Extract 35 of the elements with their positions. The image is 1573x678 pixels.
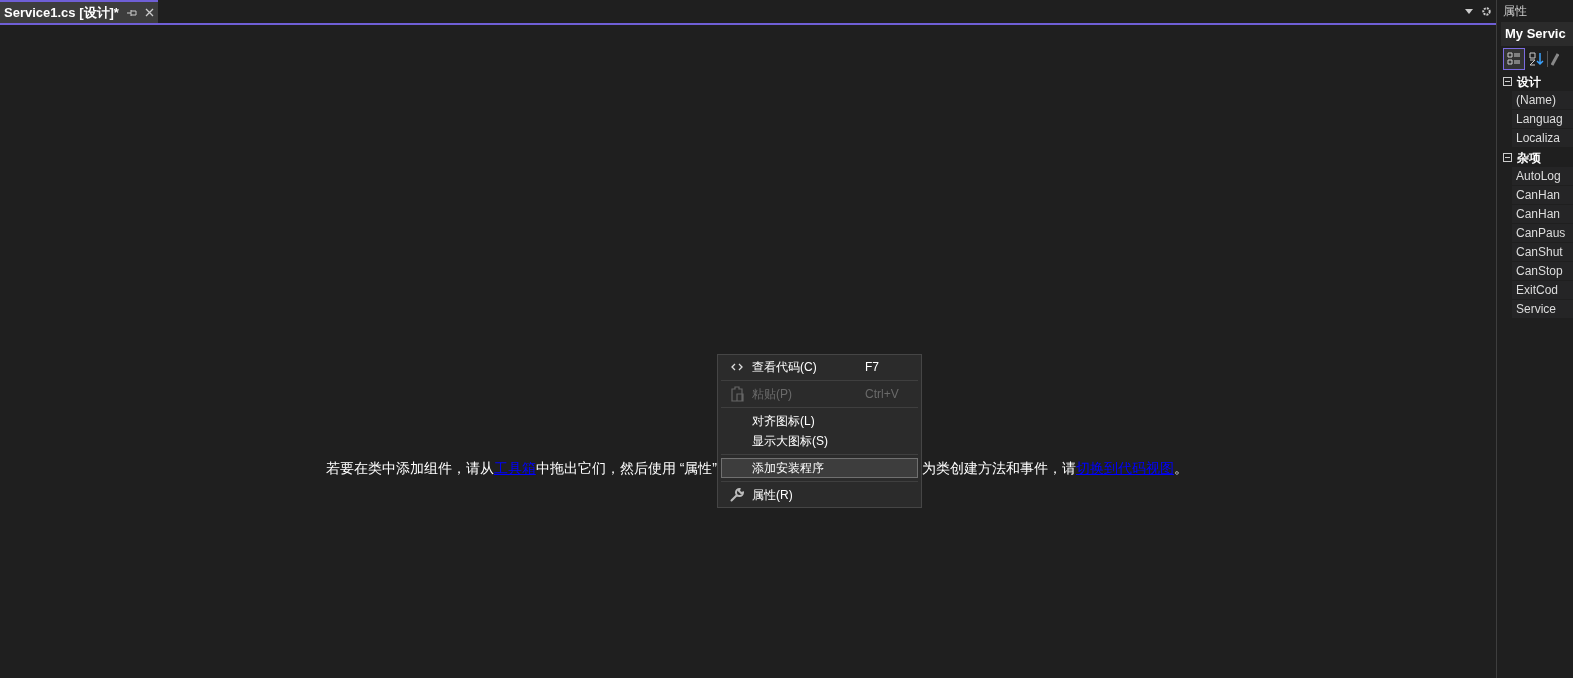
property-name[interactable]: ExitCod <box>1512 281 1573 300</box>
property-name[interactable]: Localiza <box>1512 129 1573 148</box>
tab-title: Service1.cs [设计]* <box>4 3 119 22</box>
collapse-icon[interactable] <box>1503 77 1512 86</box>
property-name[interactable]: Service <box>1512 300 1573 319</box>
property-name[interactable]: CanStop <box>1512 262 1573 281</box>
hint-text: 若要在类中添加组件，请从工具箱中拖出它们，然后使用 “属性” <box>325 459 717 478</box>
category-label: 杂项 <box>1517 149 1541 167</box>
settings-icon[interactable] <box>1481 6 1492 17</box>
property-name[interactable]: (Name) <box>1512 91 1573 110</box>
menu-item[interactable]: 属性(R) <box>721 485 918 505</box>
property-name[interactable]: CanHan <box>1512 205 1573 224</box>
property-name[interactable]: Languag <box>1512 110 1573 129</box>
property-name[interactable]: AutoLog <box>1512 167 1573 186</box>
property-name[interactable]: CanShut <box>1512 243 1573 262</box>
category-label: 设计 <box>1517 73 1541 91</box>
panel-title: 属性 <box>1502 3 1528 20</box>
categorized-button[interactable] <box>1503 48 1525 70</box>
menu-item[interactable]: 查看代码(C) F7 <box>721 357 918 377</box>
menu-item[interactable]: 显示大图标(S) <box>721 431 918 451</box>
document-tab[interactable]: Service1.cs [设计]* <box>0 0 158 23</box>
clipboard-icon <box>730 386 744 402</box>
property-name[interactable]: CanHan <box>1512 186 1573 205</box>
object-selector[interactable]: My Servic <box>1501 22 1573 46</box>
hint-text: 为类创建方法和事件，请切换到代码视图。 <box>922 459 1188 478</box>
menu-item[interactable]: 添加安装程序 <box>721 458 918 478</box>
sort-alphabetical-icon[interactable] <box>1528 51 1544 67</box>
dropdown-caret-icon[interactable] <box>1465 9 1473 14</box>
close-icon[interactable] <box>144 8 154 17</box>
menu-item[interactable]: 对齐图标(L) <box>721 411 918 431</box>
categorized-icon <box>1507 52 1521 66</box>
property-name[interactable]: CanPaus <box>1512 224 1573 243</box>
code-icon <box>731 363 743 371</box>
pin-icon[interactable] <box>126 8 137 17</box>
collapse-icon[interactable] <box>1503 153 1512 162</box>
